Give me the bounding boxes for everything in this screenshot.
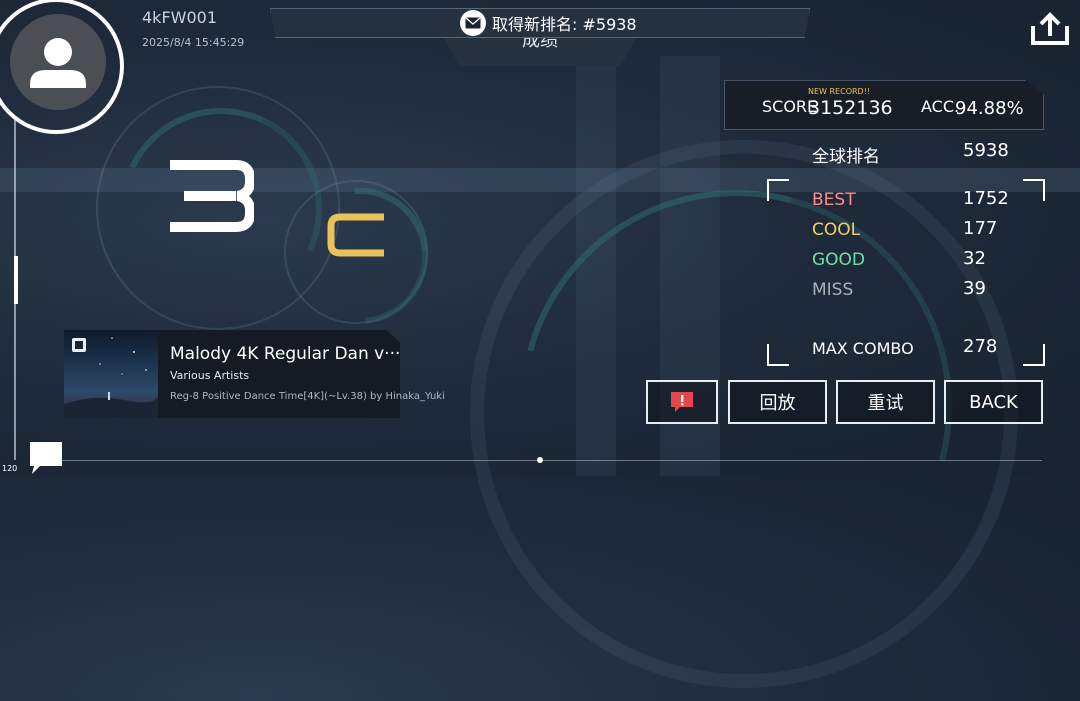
global-rank-value: 5938 — [963, 140, 1009, 161]
notice-text: 取得新排名: #5938 — [492, 15, 637, 34]
report-button[interactable] — [646, 380, 718, 424]
judgement-value-cool: 177 — [963, 218, 998, 239]
play-date: 2025/8/4 15:45:29 — [142, 36, 245, 49]
judgement-label-miss: MISS — [812, 280, 854, 300]
user-icon — [30, 38, 86, 88]
rank-sub: C — [326, 212, 386, 258]
avatar[interactable] — [10, 14, 106, 110]
judgement-label-best: BEST — [812, 190, 856, 210]
rank-sub-glyph — [327, 213, 384, 257]
score-value: 3152136 — [808, 97, 893, 119]
judgement-value-best: 1752 — [963, 188, 1009, 209]
frame-corner — [767, 179, 789, 201]
page-indicator-dot — [537, 457, 543, 463]
accuracy-value: 94.88% — [955, 98, 1024, 119]
mail-icon — [460, 10, 486, 36]
left-rail-marker — [14, 256, 18, 304]
frame-corner — [1023, 179, 1045, 201]
rank-main-glyph — [170, 160, 255, 232]
share-icon[interactable] — [1030, 12, 1070, 46]
frame-corner — [767, 344, 789, 366]
back-button[interactable]: BACK — [944, 380, 1043, 424]
replay-button[interactable]: 回放 — [728, 380, 827, 424]
notice[interactable]: 取得新排名: #5938 — [460, 9, 637, 37]
report-icon — [671, 392, 693, 412]
new-record-badge: NEW RECORD!! — [808, 87, 871, 96]
judgement-value-good: 32 — [963, 248, 986, 269]
chart-info: Reg-8 Positive Dance Time[4K](~Lv.38) by… — [170, 391, 445, 402]
judgement-label-good: GOOD — [812, 250, 866, 270]
song-artist: Various Artists — [170, 369, 250, 382]
rank-main: 3 — [170, 160, 255, 232]
cover-art — [64, 330, 158, 418]
bottom-divider — [60, 460, 1042, 461]
accuracy-label: ACC. — [921, 97, 960, 116]
player-name: 4kFW001 — [142, 8, 218, 27]
judgement-label-cool: COOL — [812, 220, 861, 240]
frame-corner — [1023, 344, 1045, 366]
fps-counter: 120 — [2, 464, 18, 473]
max-combo-value: 278 — [963, 336, 998, 357]
judgement-value-miss: 39 — [963, 278, 986, 299]
song-title: Malody 4K Regular Dan v··· — [170, 344, 401, 364]
global-rank-label: 全球排名 — [812, 147, 880, 167]
retry-button[interactable]: 重试 — [836, 380, 935, 424]
chat-icon[interactable] — [28, 440, 64, 476]
max-combo-label: MAX COMBO — [812, 339, 914, 358]
